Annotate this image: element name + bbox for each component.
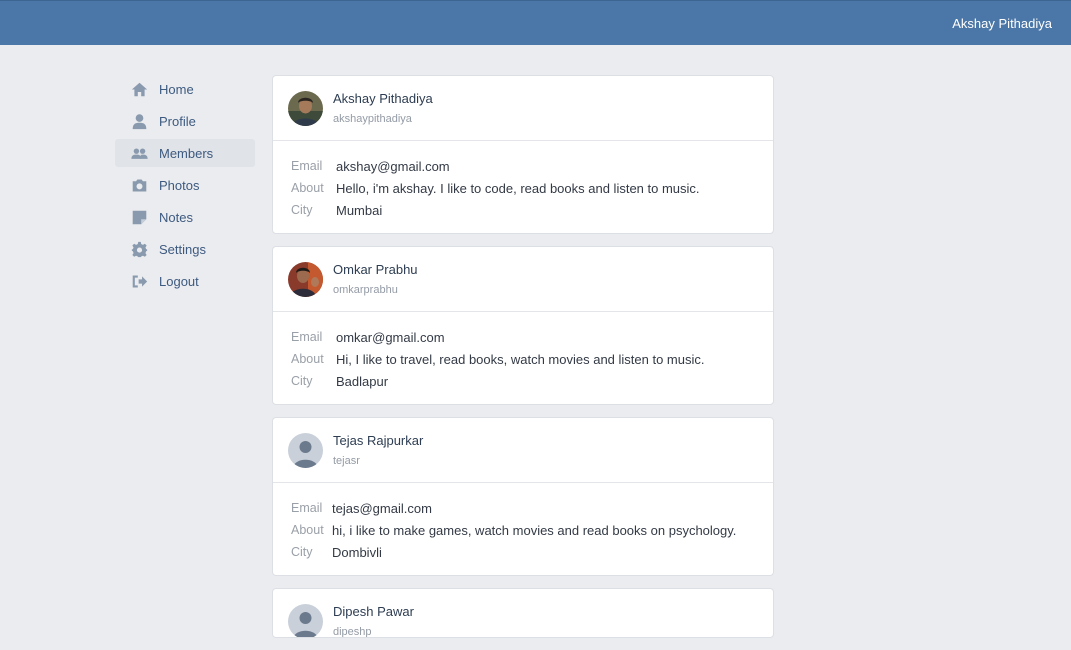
member-username: omkarprabhu (333, 283, 398, 296)
member-card: Omkar Prabhu omkarprabhu Email omkar@gmai… (272, 246, 774, 405)
email-value: tejas@gmail.com (332, 500, 432, 516)
user-icon (130, 112, 148, 130)
member-details: Email omkar@gmail.com About Hi, I like to … (273, 312, 773, 404)
about-label: About (291, 352, 324, 366)
top-bar: Akshay Pithadiya (0, 0, 1071, 45)
member-username: akshaypithadiya (333, 112, 412, 125)
member-name[interactable]: Akshay Pithadiya (333, 91, 433, 107)
avatar[interactable] (288, 261, 323, 297)
member-username: tejasr (333, 454, 360, 467)
about-label: About (291, 523, 324, 537)
member-username: dipeshp (333, 625, 372, 638)
email-label: Email (291, 501, 323, 515)
avatar[interactable] (288, 90, 323, 126)
sidebar-item-label: Settings (159, 241, 206, 257)
email-label: Email (291, 330, 323, 344)
current-user-name[interactable]: Akshay Pithadiya (952, 16, 1052, 31)
members-list: Akshay Pithadiya akshaypithadiya Email ak… (272, 75, 774, 650)
sidebar-nav: Home Profile Members Photos Notes Settin… (115, 75, 255, 299)
about-value: hi, i like to make games, watch movies a… (332, 522, 737, 538)
sidebar-item-logout[interactable]: Logout (115, 267, 255, 295)
sidebar-item-home[interactable]: Home (115, 75, 255, 103)
sidebar-item-settings[interactable]: Settings (115, 235, 255, 263)
sidebar-item-members[interactable]: Members (115, 139, 255, 167)
member-card: Dipesh Pawar dipeshp (272, 588, 774, 638)
users-icon (130, 144, 148, 162)
home-icon (130, 80, 148, 98)
email-value: akshay@gmail.com (336, 158, 450, 174)
member-card: Tejas Rajpurkar tejasr Email tejas@gmail.… (272, 417, 774, 576)
sidebar-item-photos[interactable]: Photos (115, 171, 255, 199)
member-card-header: Omkar Prabhu omkarprabhu (273, 247, 773, 312)
avatar[interactable] (288, 603, 323, 637)
member-name[interactable]: Tejas Rajpurkar (333, 433, 423, 449)
logout-icon (130, 272, 148, 290)
email-value: omkar@gmail.com (336, 329, 445, 345)
member-card: Akshay Pithadiya akshaypithadiya Email ak… (272, 75, 774, 234)
city-label: City (291, 374, 313, 388)
member-card-header: Tejas Rajpurkar tejasr (273, 418, 773, 483)
sidebar-item-label: Members (159, 145, 214, 161)
sidebar-item-notes[interactable]: Notes (115, 203, 255, 231)
avatar[interactable] (288, 432, 323, 468)
member-card-header: Dipesh Pawar dipeshp (273, 589, 773, 638)
gear-icon (130, 240, 148, 258)
about-label: About (291, 181, 324, 195)
camera-icon (130, 176, 148, 194)
member-card-header: Akshay Pithadiya akshaypithadiya (273, 76, 773, 141)
sidebar-item-label: Profile (159, 113, 196, 129)
member-name[interactable]: Dipesh Pawar (333, 604, 414, 620)
member-details: Email akshay@gmail.com About Hello, i'm ak… (273, 141, 773, 233)
sidebar-item-label: Logout (159, 273, 199, 289)
city-label: City (291, 545, 313, 559)
city-value: Dombivli (332, 544, 382, 560)
city-value: Mumbai (336, 202, 383, 218)
city-value: Badlapur (336, 373, 389, 389)
member-name[interactable]: Omkar Prabhu (333, 262, 418, 278)
about-value: Hello, i'm akshay. I like to code, read … (336, 180, 700, 196)
city-label: City (291, 203, 313, 217)
sidebar-item-profile[interactable]: Profile (115, 107, 255, 135)
email-label: Email (291, 159, 323, 173)
note-icon (130, 208, 148, 226)
member-details: Email tejas@gmail.com About hi, i like to … (273, 483, 773, 575)
about-value: Hi, I like to travel, read books, watch … (336, 351, 705, 367)
sidebar-item-label: Photos (159, 177, 200, 193)
sidebar-item-label: Notes (159, 209, 193, 225)
sidebar-item-label: Home (159, 81, 194, 97)
